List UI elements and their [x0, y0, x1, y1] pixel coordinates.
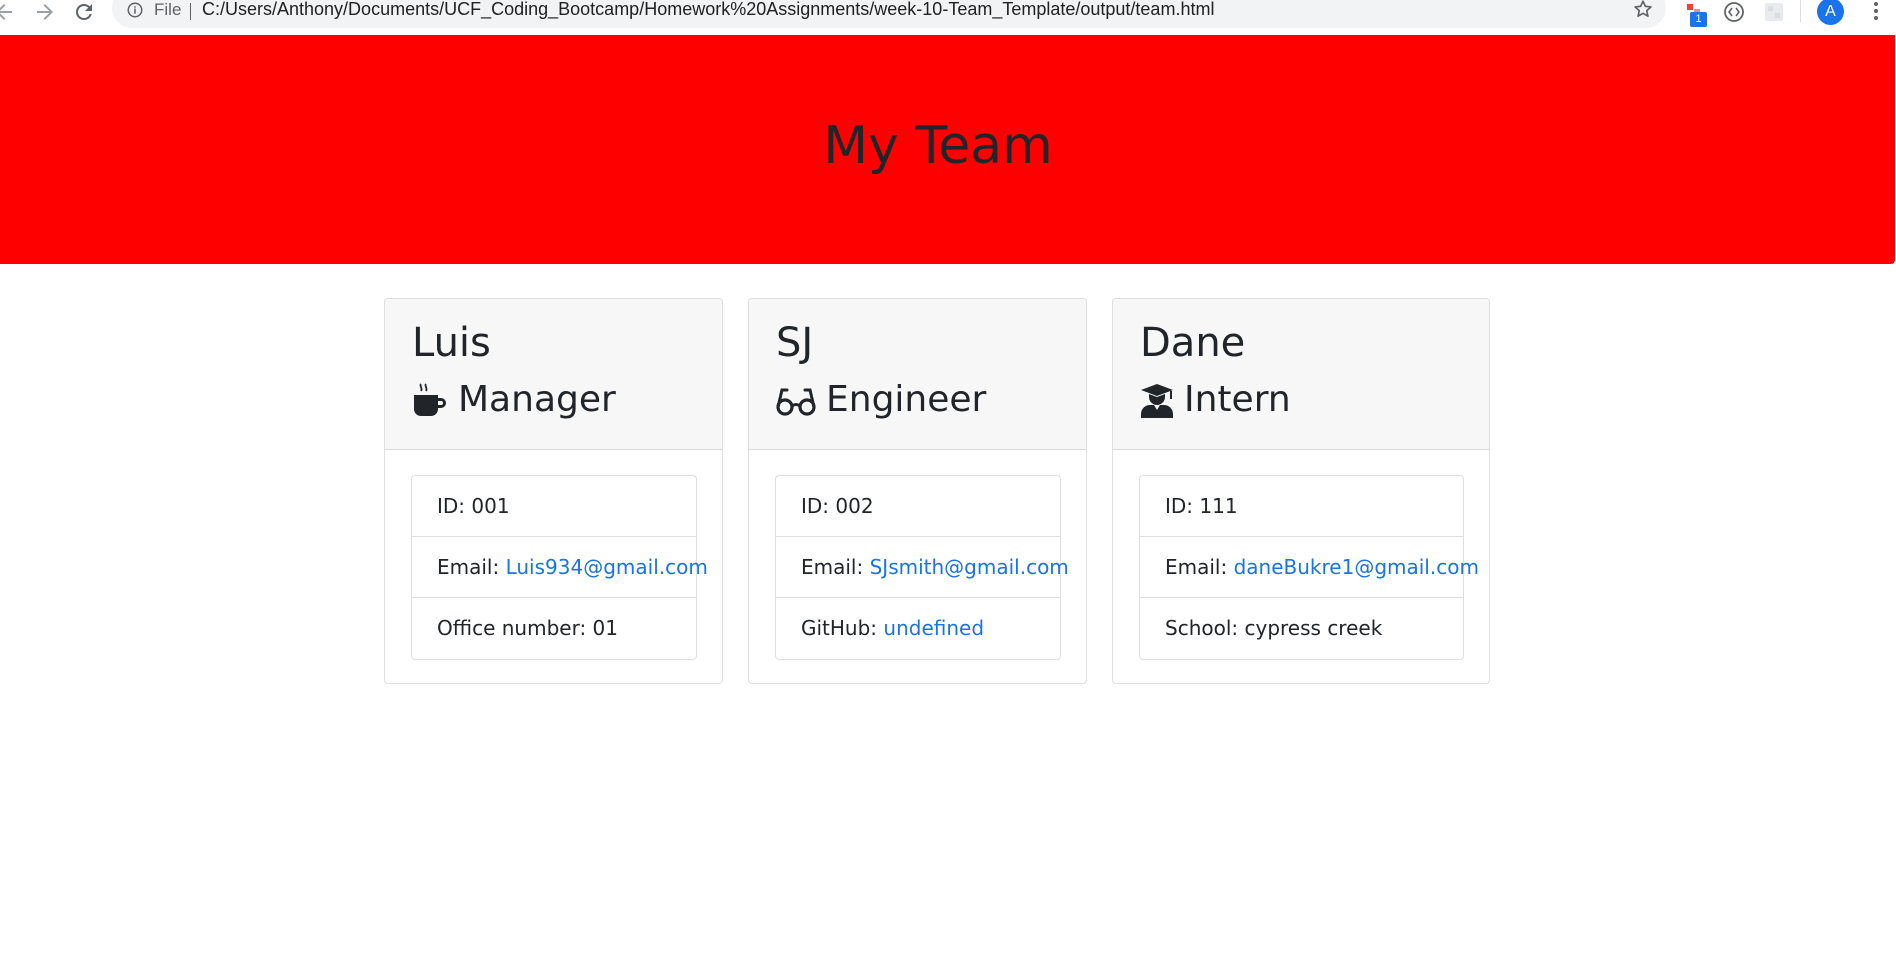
id-value: 001: [471, 494, 510, 518]
list-item-github: GitHub: undefined: [776, 598, 1060, 659]
card-header: SJ Engineer: [749, 299, 1086, 450]
toolbar-divider: [1800, 0, 1801, 22]
card-header: Luis Manager: [385, 299, 722, 450]
list-item-email: Email: daneBukre1@gmail.com: [1140, 537, 1479, 598]
extension-badge: 1: [1690, 12, 1707, 27]
employee-name: Luis: [412, 320, 491, 366]
email-label: Email:: [437, 555, 506, 579]
card-header: Dane Intern: [1113, 299, 1489, 450]
list-item-email: Email: SJsmith@gmail.com: [776, 537, 1069, 598]
list-item-id: ID: 002: [776, 476, 1060, 537]
employee-role: Engineer: [776, 378, 986, 421]
back-icon[interactable]: [0, 0, 16, 24]
reload-icon[interactable]: [72, 0, 96, 24]
role-label: Engineer: [826, 379, 987, 420]
email-link[interactable]: SJsmith@gmail.com: [870, 555, 1069, 579]
address-bar[interactable]: File C:/Users/Anthony/Documents/UCF_Codi…: [112, 0, 1666, 28]
info-icon[interactable]: [126, 1, 144, 19]
page-header: My Team: [0, 35, 1895, 264]
email-link[interactable]: Luis934@gmail.com: [506, 555, 708, 579]
details-list: ID: 001 Email: Luis934@gmail.com Office …: [411, 475, 708, 660]
github-link[interactable]: undefined: [883, 616, 984, 640]
scheme-label: File: [154, 0, 182, 19]
list-item-office: Office number: 01: [412, 598, 696, 659]
url-text[interactable]: C:/Users/Anthony/Documents/UCF_Coding_Bo…: [202, 0, 1214, 20]
graduate-icon: [1141, 383, 1173, 418]
employee-name: SJ: [776, 320, 814, 366]
mug-icon: [414, 382, 446, 416]
extension-grid-icon[interactable]: [1762, 0, 1786, 24]
more-menu-icon[interactable]: [1864, 0, 1888, 24]
employee-role: Intern: [1140, 378, 1291, 421]
email-label: Email:: [801, 555, 870, 579]
employee-name: Dane: [1140, 320, 1246, 366]
forward-icon[interactable]: [33, 0, 57, 24]
bookmark-star-icon[interactable]: [1632, 0, 1654, 20]
id-value: 111: [1199, 494, 1238, 518]
glasses-icon: [776, 388, 816, 416]
id-label: ID:: [437, 494, 472, 518]
list-item-id: ID: 001: [412, 476, 696, 537]
browser-toolbar: File C:/Users/Anthony/Documents/UCF_Codi…: [0, 0, 1896, 34]
list-item-email: Email: Luis934@gmail.com: [412, 537, 708, 598]
id-label: ID:: [801, 494, 836, 518]
employee-role: Manager: [412, 378, 616, 421]
details-list: ID: 111 Email: daneBukre1@gmail.com Scho…: [1139, 475, 1479, 660]
page-title: My Team: [823, 116, 1053, 176]
role-label: Manager: [458, 379, 616, 420]
email-label: Email:: [1165, 555, 1234, 579]
extension-code-icon[interactable]: [1722, 0, 1746, 24]
list-item-school: School: cypress creek: [1140, 598, 1463, 659]
school-label: School:: [1165, 616, 1245, 640]
details-list: ID: 002 Email: SJsmith@gmail.com GitHub:…: [775, 475, 1069, 660]
github-label: GitHub:: [801, 616, 884, 640]
avatar[interactable]: A: [1817, 0, 1844, 25]
employee-card: Luis Manager ID: 001 Email: Luis934@gmai…: [384, 298, 723, 684]
school-value: cypress creek: [1244, 616, 1383, 640]
list-item-id: ID: 111: [1140, 476, 1463, 537]
office-label: Office number:: [437, 616, 593, 640]
id-value: 002: [835, 494, 874, 518]
role-label: Intern: [1184, 379, 1291, 420]
id-label: ID:: [1165, 494, 1200, 518]
employee-card: Dane Intern ID: 111 Email: daneBukre1@gm…: [1112, 298, 1490, 684]
office-value: 01: [592, 616, 618, 640]
employee-card: SJ Engineer ID: 002 Email: SJsmith@gmail…: [748, 298, 1087, 684]
divider: [190, 3, 191, 20]
email-link[interactable]: daneBukre1@gmail.com: [1234, 555, 1479, 579]
